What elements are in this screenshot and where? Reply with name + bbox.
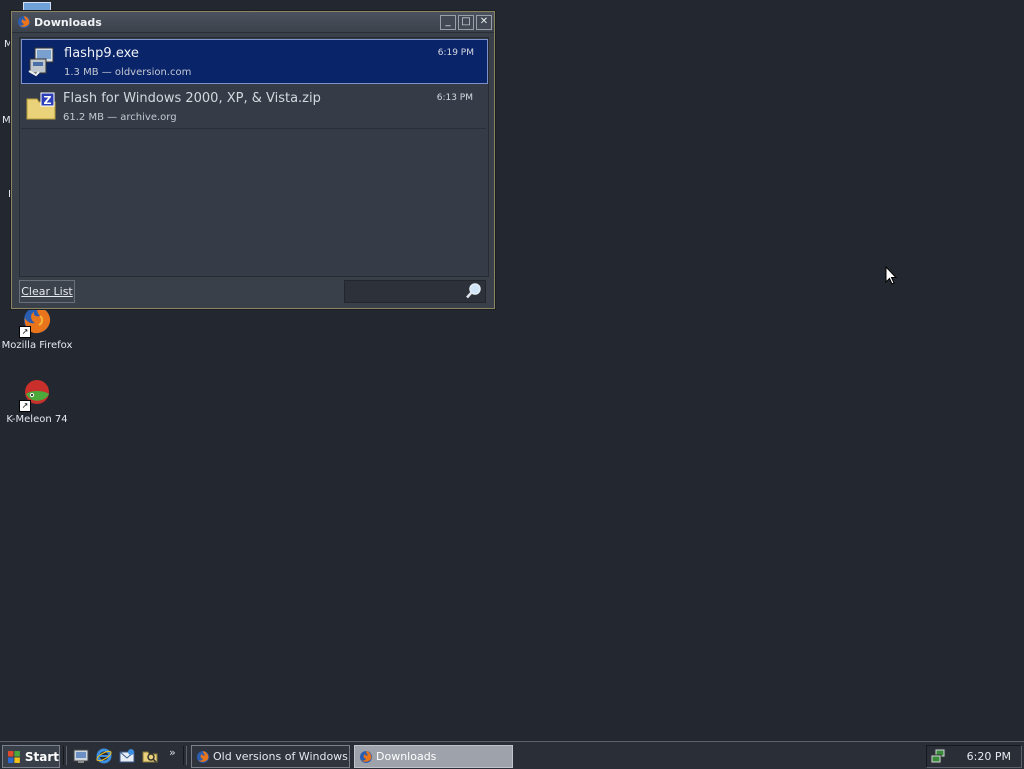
installer-icon (28, 47, 54, 77)
firefox-icon (197, 750, 209, 763)
network-icon[interactable] (930, 748, 946, 764)
search-icon[interactable] (465, 282, 483, 300)
task-button-downloads[interactable]: Downloads (354, 745, 513, 768)
download-filename: flashp9.exe (64, 46, 139, 61)
clear-list-button[interactable]: Clear List (19, 280, 75, 303)
windows-logo-icon (7, 750, 20, 763)
minimize-icon: _ (445, 16, 451, 27)
k-meleon-icon: ↗ (19, 378, 53, 412)
download-meta: 61.2 MB — archive.org (63, 112, 177, 123)
close-icon: ✕ (479, 16, 489, 27)
desktop-icon-label: K-Meleon 74 (6, 414, 68, 425)
taskbar-clock[interactable]: 6:20 PM (967, 750, 1011, 763)
desktop-icon-k-meleon[interactable]: ↗ K-Meleon 74 (0, 378, 75, 425)
taskbar: Start » Old versions of Windows,... Down… (0, 741, 1024, 769)
task-button-browser[interactable]: Old versions of Windows,... (191, 745, 350, 768)
download-time: 6:13 PM (436, 93, 473, 103)
firefox-icon (18, 16, 30, 28)
search-input[interactable] (347, 283, 461, 301)
system-tray: 6:20 PM (926, 745, 1022, 768)
window-title: Downloads (34, 15, 102, 29)
desktop-icon-firefox[interactable]: ↗ Mozilla Firefox (0, 304, 75, 351)
minimize-button[interactable]: _ (440, 14, 456, 30)
explorer-icon[interactable] (142, 748, 158, 764)
svg-text:Z: Z (44, 94, 52, 107)
download-filename: Flash for Windows 2000, XP, & Vista.zip (63, 91, 321, 106)
window-titlebar[interactable]: Downloads _ □ ✕ (12, 12, 494, 33)
desktop-partial-label: M (2, 115, 11, 126)
start-label: Start (24, 749, 59, 764)
download-item[interactable]: Z Flash for Windows 2000, XP, & Vista.zi… (21, 85, 486, 129)
zip-folder-icon: Z (26, 92, 56, 120)
task-button-label: Downloads (376, 750, 437, 763)
start-button[interactable]: Start (2, 745, 60, 768)
download-item[interactable]: flashp9.exe 1.3 MB — oldversion.com 6:19… (21, 39, 488, 84)
download-time: 6:19 PM (437, 48, 474, 58)
close-button[interactable]: ✕ (476, 14, 492, 30)
taskbar-separator (183, 746, 187, 765)
downloads-window[interactable]: Downloads _ □ ✕ flashp9.exe 1.3 MB — old… (11, 11, 495, 309)
downloads-list[interactable]: flashp9.exe 1.3 MB — oldversion.com 6:19… (19, 37, 489, 277)
firefox-icon (360, 750, 372, 763)
downloads-toolbar: Clear List (19, 279, 487, 303)
desktop-icon-label: Mozilla Firefox (1, 340, 73, 351)
task-button-label: Old versions of Windows,... (213, 750, 350, 763)
maximize-button[interactable]: □ (458, 14, 474, 30)
internet-explorer-icon[interactable] (96, 748, 112, 764)
show-desktop-icon[interactable] (73, 748, 89, 764)
search-field[interactable] (344, 280, 486, 303)
mouse-cursor-icon (885, 266, 897, 285)
download-meta: 1.3 MB — oldversion.com (64, 67, 192, 78)
quick-launch-chevron[interactable]: » (169, 746, 176, 759)
taskbar-separator (63, 746, 67, 765)
maximize-icon: □ (461, 16, 471, 27)
outlook-express-icon[interactable] (119, 748, 135, 764)
